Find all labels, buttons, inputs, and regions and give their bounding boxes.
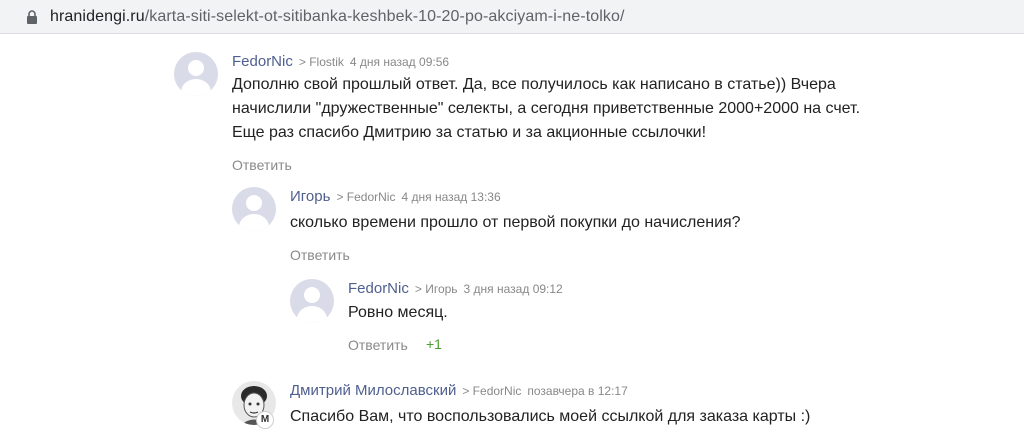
- comment-text: сколько времени прошло от первой покупки…: [290, 214, 741, 231]
- url-host: hranidengi.ru: [50, 8, 145, 25]
- comment-meta: FedorNic > Flostik 4 дня назад 09:56: [232, 52, 449, 72]
- address-bar[interactable]: hranidengi.ru/karta-siti-selekt-ot-sitib…: [0, 0, 1024, 34]
- url-path: /karta-siti-selekt-ot-sitibanka-keshbek-…: [144, 8, 625, 25]
- comment-meta: Игорь > FedorNic 4 дня назад 13:36: [290, 187, 501, 207]
- comment-rating[interactable]: +1: [426, 335, 442, 353]
- moderator-badge: M: [256, 411, 274, 429]
- comment-reply-to[interactable]: > FedorNic: [336, 190, 395, 204]
- user-placeholder-icon: [174, 52, 218, 96]
- comment-author[interactable]: FedorNic: [348, 280, 409, 297]
- comment: FedorNic > Игорь 3 дня назад 09:12 Ровно м…: [290, 279, 930, 359]
- comment: M Дмитрий Милославский > FedorNic позавчер…: [232, 381, 932, 431]
- user-placeholder-icon: [290, 279, 334, 323]
- comment-text: Дополню свой прошлый ответ. Да, все полу…: [232, 76, 861, 141]
- user-placeholder-icon: [232, 187, 276, 231]
- comment-text: Ровно месяц.: [348, 304, 448, 321]
- comment-meta: FedorNic > Игорь 3 дня назад 09:12: [348, 279, 563, 299]
- lock-icon: [27, 10, 37, 24]
- comment-author[interactable]: Игорь: [290, 188, 330, 205]
- comment-date[interactable]: 3 дня назад 09:12: [464, 282, 563, 296]
- comment-date[interactable]: позавчера в 12:17: [527, 384, 627, 398]
- comment-reply-to[interactable]: > Игорь: [415, 282, 458, 296]
- url-text[interactable]: hranidengi.ru/karta-siti-selekt-ot-sitib…: [50, 7, 625, 27]
- comment: FedorNic > Flostik 4 дня назад 09:56 Допол…: [174, 52, 934, 182]
- comment-author[interactable]: FedorNic: [232, 53, 293, 70]
- comment-text: Спасибо Вам, что воспользовались моей сс…: [290, 408, 811, 425]
- comment: Игорь > FedorNic 4 дня назад 13:36 сколько…: [232, 187, 932, 267]
- reply-button[interactable]: Ответить: [348, 336, 408, 354]
- comment-author[interactable]: Дмитрий Милославский: [290, 382, 456, 399]
- comment-reply-to[interactable]: > Flostik: [299, 55, 344, 69]
- reply-button[interactable]: Ответить: [232, 156, 292, 174]
- reply-button[interactable]: Ответить: [290, 246, 350, 264]
- comment-date[interactable]: 4 дня назад 13:36: [401, 190, 500, 204]
- comment-reply-to[interactable]: > FedorNic: [462, 384, 521, 398]
- comment-date[interactable]: 4 дня назад 09:56: [350, 55, 449, 69]
- comment-meta: Дмитрий Милославский > FedorNic позавчера …: [290, 381, 628, 401]
